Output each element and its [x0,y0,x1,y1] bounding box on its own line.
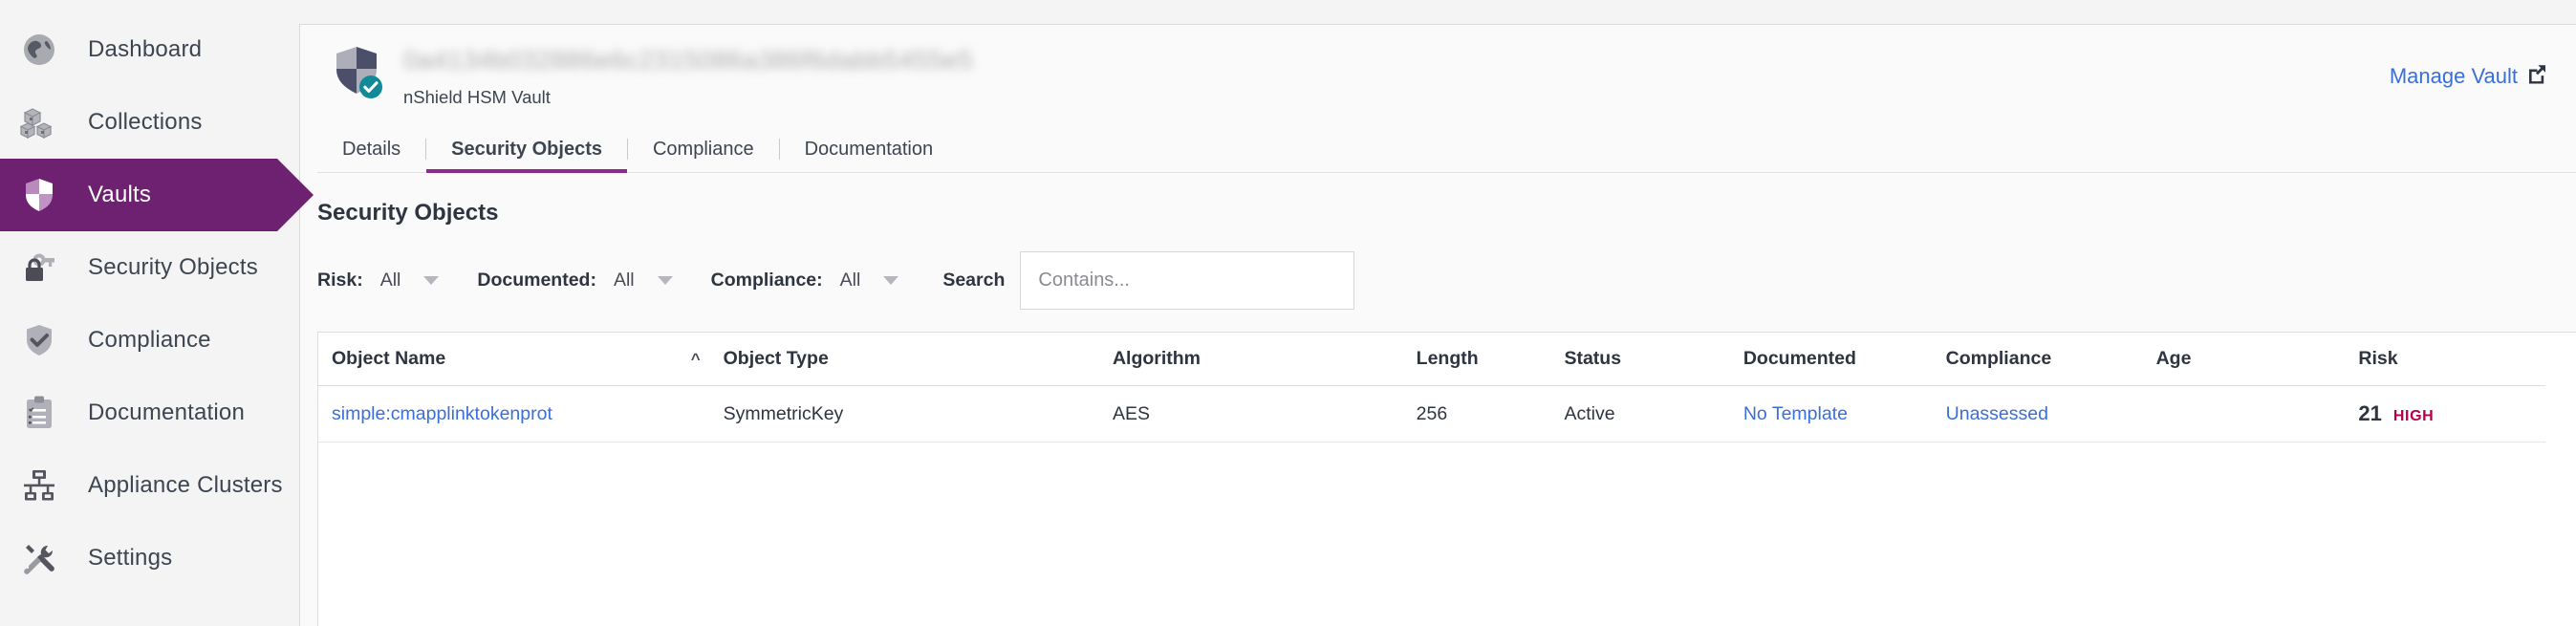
cell-compliance: Unassessed [1945,385,2156,443]
sidebar-item-dashboard[interactable]: Dashboard [0,13,299,86]
sidebar-item-label: Vaults [88,182,152,207]
cell-documented: No Template [1743,385,1946,443]
page-title: Security Objects [317,200,499,226]
tools-icon [17,536,61,580]
column-header-object-type[interactable]: Object Type [723,333,1113,386]
cell-algorithm: AES [1112,385,1417,443]
chevron-down-icon[interactable] [657,275,673,285]
cell-object-name: simple:cmapplinktokenprot [318,385,724,443]
filter-documented-value: All [613,269,635,291]
vault-subtitle: nShield HSM Vault [403,87,551,107]
application-window: Dashboard Collections Vaults Security Ob… [0,0,2576,626]
filter-compliance[interactable]: Compliance: All [711,270,899,291]
tab-details[interactable]: Details [317,139,425,172]
column-header-algorithm[interactable]: Algorithm [1112,333,1417,386]
sidebar-item-label: Dashboard [88,36,203,62]
sidebar-item-label: Security Objects [88,254,258,280]
table-row[interactable]: simple:cmapplinktokenprot SymmetricKey A… [318,385,2545,443]
filter-documented[interactable]: Documented: All [477,269,673,291]
sidebar-item-documentation[interactable]: Documentation [0,377,299,449]
filter-compliance-label: Compliance: [710,269,823,291]
vault-header: 0a4134b032886e6c2315086a386f6dabb5455e5 … [300,25,2576,108]
vault-id-title: 0a4134b032886e6c2315086a386f6dabb5455e5 [403,46,974,75]
security-objects-table: Object Name ^ Object Type Algorithm Leng… [318,333,2545,443]
sidebar-item-settings[interactable]: Settings [0,522,299,594]
column-header-documented[interactable]: Documented [1743,333,1946,386]
security-objects-table-container: Object Name ^ Object Type Algorithm Leng… [317,332,2576,626]
network-nodes-icon [17,464,61,507]
lock-key-icon [17,246,61,290]
vault-shield-icon [331,44,382,99]
globe-icon [17,28,61,72]
risk-score: 21 [2358,401,2382,425]
sidebar-item-security-objects[interactable]: Security Objects [0,231,299,304]
filter-risk-label: Risk: [317,269,363,291]
documented-link[interactable]: No Template [1743,403,1848,424]
column-header-risk[interactable]: Risk [2358,333,2545,386]
sidebar-item-label: Collections [88,109,203,135]
tab-compliance[interactable]: Compliance [628,139,779,172]
column-header-compliance[interactable]: Compliance [1945,333,2156,386]
clipboard-list-icon [17,391,61,435]
filter-bar: Risk: All Documented: All Compliance: Al… [317,250,2576,310]
column-header-status[interactable]: Status [1564,333,1743,386]
sidebar-item-appliance-clusters[interactable]: Appliance Clusters [0,449,299,522]
check-circle-icon [359,76,382,98]
chevron-down-icon[interactable] [423,275,440,285]
vault-header-text: 0a4134b032886e6c2315086a386f6dabb5455e5 … [403,42,973,108]
main-content-panel: 0a4134b032886e6c2315086a386f6dabb5455e5 … [299,24,2576,626]
manage-vault-link[interactable]: Manage Vault [2390,63,2547,90]
compliance-link[interactable]: Unassessed [1946,403,2048,424]
column-header-age[interactable]: Age [2155,333,2359,386]
sidebar-item-label: Settings [88,545,173,571]
table-header-row: Object Name ^ Object Type Algorithm Leng… [318,333,2545,386]
external-link-icon [2526,63,2547,90]
shield-icon [17,173,61,217]
sidebar-item-label: Compliance [88,327,211,353]
caret-up-icon[interactable]: ^ [691,351,701,367]
sidebar-navigation: Dashboard Collections Vaults Security Ob… [0,0,314,626]
search-label: Search [942,269,1006,291]
tab-documentation[interactable]: Documentation [780,139,959,172]
sidebar-item-label: Appliance Clusters [88,472,283,498]
column-header-object-name[interactable]: Object Name ^ [318,333,724,386]
column-label: Object Name [332,348,446,369]
filter-risk-value: All [379,269,401,291]
cell-status: Active [1564,385,1743,443]
filter-risk[interactable]: Risk: All [317,269,440,291]
sidebar-item-label: Documentation [88,399,246,425]
cell-object-type: SymmetricKey [723,385,1113,443]
risk-level-badge: HIGH [2392,408,2435,424]
sidebar-item-collections[interactable]: Collections [0,86,299,159]
vault-tabs: Details Security Objects Compliance Docu… [317,129,2576,173]
sidebar-item-vaults[interactable]: Vaults [0,159,314,231]
sidebar-item-compliance[interactable]: Compliance [0,304,299,377]
filter-documented-label: Documented: [477,269,596,291]
cell-age [2155,385,2359,443]
cell-length: 256 [1416,385,1565,443]
shield-check-icon [17,318,61,362]
cell-risk: 21 HIGH [2358,385,2545,443]
column-header-length[interactable]: Length [1416,333,1565,386]
search-input[interactable] [1020,250,1355,310]
manage-vault-label: Manage Vault [2389,64,2518,88]
object-name-link[interactable]: simple:cmapplinktokenprot [332,403,552,424]
chevron-down-icon[interactable] [883,275,899,285]
filter-compliance-value: All [839,269,861,291]
tab-security-objects[interactable]: Security Objects [426,139,627,173]
boxes-icon [17,100,61,144]
